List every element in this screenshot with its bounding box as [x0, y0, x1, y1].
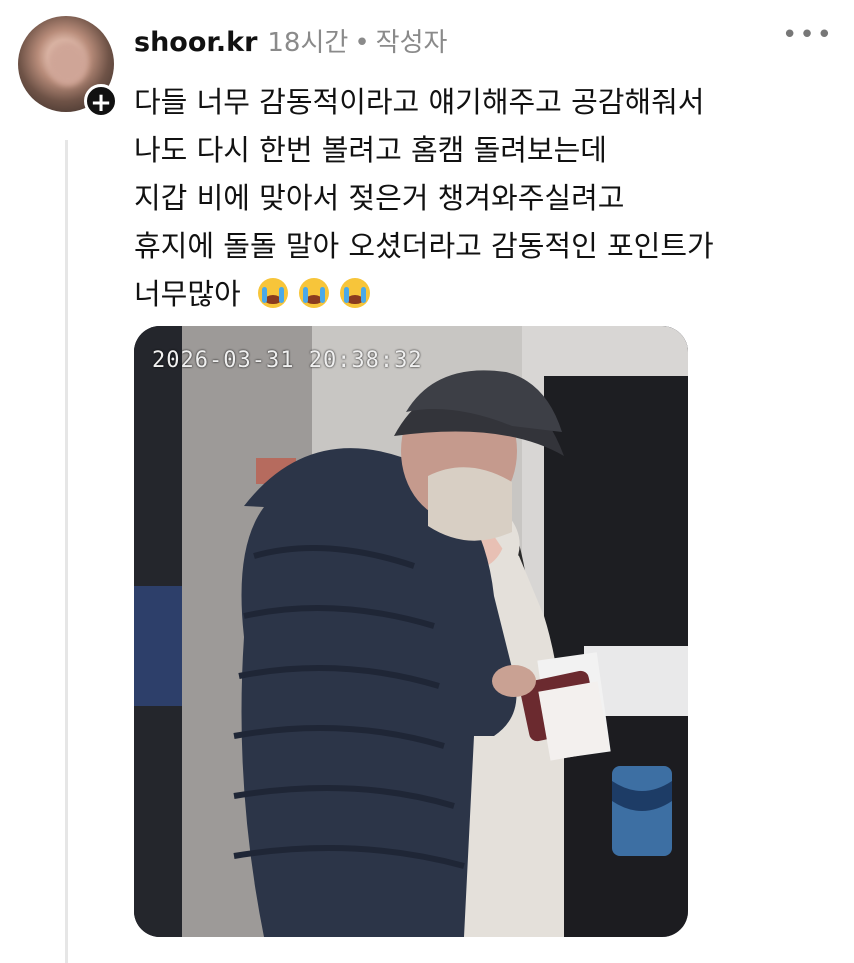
crying-face-icon — [299, 278, 330, 308]
post-line: 지갑 비에 맞아서 젖은거 챙겨와주실려고 — [134, 181, 625, 215]
thread-post: + shoor.kr 18시간 • 작성자 ••• 다들 너무 감동적이라고 얘… — [0, 0, 854, 963]
author-label: 작성자 — [375, 28, 448, 58]
crying-face-icon — [340, 278, 371, 308]
plus-icon[interactable]: + — [84, 84, 118, 118]
post-line-last: 너무많아 — [134, 270, 824, 318]
post-time: 18시간 — [267, 28, 349, 58]
post-line: 너무많아 — [134, 277, 241, 311]
crying-face-icon — [257, 278, 288, 308]
post-line: 다들 너무 감동적이라고 얘기해주고 공감해줘서 — [134, 85, 705, 119]
homecam-photo — [134, 326, 688, 937]
post-image[interactable]: 2026-03-31 20:38:32 — [134, 326, 688, 937]
thread-line — [65, 140, 68, 963]
camera-timestamp: 2026-03-31 20:38:32 — [152, 348, 423, 373]
post-line: 휴지에 돌돌 말아 오셨더라고 감동적인 포인트가 — [134, 229, 714, 263]
username[interactable]: shoor.kr — [134, 27, 257, 58]
meta-separator: • — [354, 28, 370, 58]
post-line: 나도 다시 한번 볼려고 홈캠 돌려보는데 — [134, 133, 607, 167]
post-header: shoor.kr 18시간 • 작성자 — [134, 22, 447, 58]
more-horizontal-icon[interactable]: ••• — [782, 20, 834, 50]
post-body: 다들 너무 감동적이라고 얘기해주고 공감해줘서 나도 다시 한번 볼려고 홈캠… — [134, 78, 824, 318]
